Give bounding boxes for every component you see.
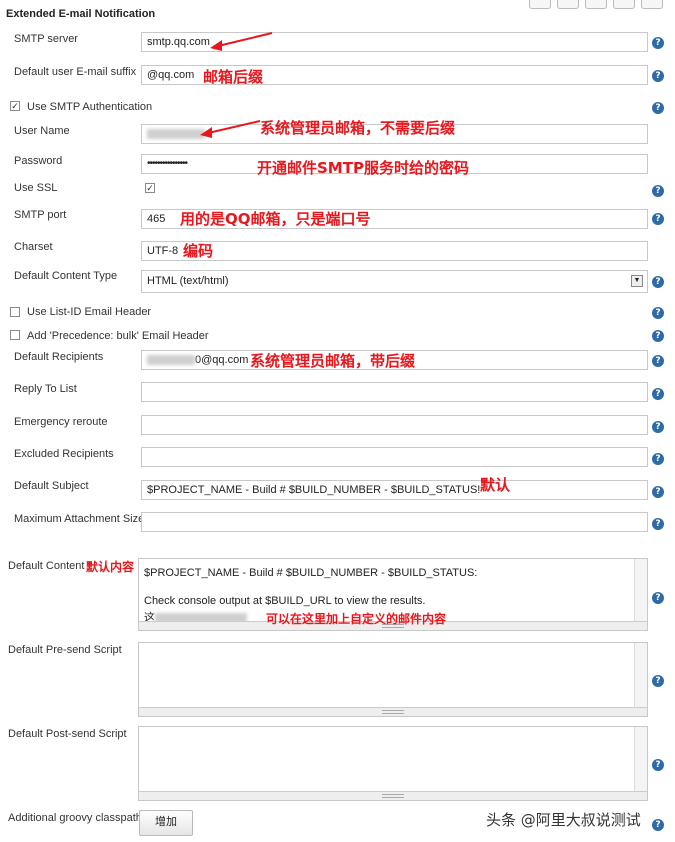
- max-attachment-input[interactable]: [141, 512, 648, 532]
- use-ssl-label: Use SSL: [14, 182, 58, 194]
- resize-handle[interactable]: [139, 791, 647, 800]
- user-name-label: User Name: [14, 125, 70, 137]
- emergency-reroute-input[interactable]: [141, 415, 648, 435]
- content-type-label: Default Content Type: [14, 270, 118, 282]
- charset-label: Charset: [14, 241, 53, 253]
- help-icon[interactable]: ?: [652, 388, 664, 400]
- help-icon[interactable]: ?: [652, 453, 664, 465]
- help-icon[interactable]: ?: [652, 421, 664, 433]
- email-suffix-label: Default user E-mail suffix: [14, 66, 137, 78]
- postsend-script-label: Default Post-send Script: [8, 728, 127, 740]
- toolbar-icon-2[interactable]: [557, 0, 579, 9]
- help-icon[interactable]: ?: [652, 185, 664, 197]
- help-icon[interactable]: ?: [652, 518, 664, 530]
- smtp-auth-checkbox[interactable]: ✓: [10, 101, 20, 111]
- annotation-suffix: 邮箱后缀: [203, 68, 264, 86]
- help-icon[interactable]: ?: [652, 355, 664, 367]
- help-icon[interactable]: ?: [652, 102, 664, 114]
- help-icon[interactable]: ?: [652, 330, 664, 342]
- recipients-visible: 0@qq.com: [195, 354, 249, 366]
- arrow-icon: [210, 32, 273, 51]
- help-icon[interactable]: ?: [652, 213, 664, 225]
- toolbar-icon-4[interactable]: [613, 0, 635, 9]
- help-icon[interactable]: ?: [652, 759, 664, 771]
- default-subject-input[interactable]: $PROJECT_NAME - Build # $BUILD_NUMBER - …: [141, 480, 648, 500]
- chevron-down-icon[interactable]: ▼: [631, 275, 643, 287]
- toolbar-icon-3[interactable]: [585, 0, 607, 9]
- smtp-server-label: SMTP server: [14, 33, 78, 45]
- resize-handle[interactable]: [139, 707, 647, 716]
- annotation-content-custom: 可以在这里加上自定义的邮件内容: [266, 612, 447, 626]
- use-ssl-checkbox[interactable]: ✓: [145, 183, 155, 193]
- excluded-recipients-input[interactable]: [141, 447, 648, 467]
- default-subject-label: Default Subject: [14, 480, 89, 492]
- help-icon[interactable]: ?: [652, 592, 664, 604]
- annotation-port: 用的是QQ邮箱，只是端口号: [180, 210, 371, 228]
- help-icon[interactable]: ?: [652, 276, 664, 288]
- max-attachment-label: Maximum Attachment Size: [14, 513, 145, 525]
- content-line-2: Check console output at $BUILD_URL to vi…: [144, 595, 426, 607]
- scrollbar[interactable]: [634, 559, 647, 630]
- annotation-content: 默认内容: [86, 560, 135, 574]
- arrow-icon: [200, 120, 261, 138]
- help-icon[interactable]: ?: [652, 486, 664, 498]
- precedence-label: Add 'Precedence: bulk' Email Header: [27, 330, 209, 342]
- postsend-script-textarea[interactable]: [138, 726, 648, 801]
- precedence-checkbox[interactable]: [10, 330, 20, 340]
- presend-script-label: Default Pre-send Script: [8, 644, 122, 656]
- excluded-recipients-label: Excluded Recipients: [14, 448, 114, 460]
- smtp-port-label: SMTP port: [14, 209, 67, 221]
- section-title: Extended E-mail Notification: [6, 8, 156, 20]
- emergency-reroute-label: Emergency reroute: [14, 416, 108, 428]
- annotation-subject: 默认: [480, 476, 511, 494]
- presend-script-textarea[interactable]: [138, 642, 648, 717]
- default-recipients-label: Default Recipients: [14, 351, 104, 363]
- help-icon[interactable]: ?: [652, 307, 664, 319]
- help-icon[interactable]: ?: [652, 70, 664, 82]
- toolbar-icon-5[interactable]: [641, 0, 663, 9]
- watermark: 头条 @阿里大叔说测试: [486, 811, 641, 829]
- annotation-password: 开通邮件SMTP服务时给的密码: [257, 159, 469, 177]
- content-line-1: $PROJECT_NAME - Build # $BUILD_NUMBER - …: [144, 567, 478, 579]
- toolbar-icon-1[interactable]: [529, 0, 551, 9]
- content-type-value: HTML (text/html): [147, 275, 229, 287]
- help-icon[interactable]: ?: [652, 819, 664, 831]
- charset-input[interactable]: UTF-8: [141, 241, 648, 261]
- list-id-label: Use List-ID Email Header: [27, 306, 152, 318]
- reply-to-input[interactable]: [141, 382, 648, 402]
- password-label: Password: [14, 155, 63, 167]
- annotation-charset: 编码: [183, 242, 214, 260]
- groovy-classpath-label: Additional groovy classpath: [8, 812, 142, 824]
- annotation-username: 系统管理员邮箱，不需要后缀: [260, 119, 456, 137]
- scrollbar[interactable]: [634, 727, 647, 800]
- redacted-text: [147, 355, 195, 366]
- help-icon[interactable]: ?: [652, 675, 664, 687]
- annotation-recipients: 系统管理员邮箱，带后缀: [250, 352, 416, 370]
- help-icon[interactable]: ?: [652, 37, 664, 49]
- add-classpath-button[interactable]: 增加: [139, 810, 193, 836]
- list-id-checkbox[interactable]: [10, 307, 20, 317]
- smtp-auth-label: Use SMTP Authentication: [27, 101, 153, 113]
- reply-to-label: Reply To List: [14, 383, 77, 395]
- content-type-select[interactable]: HTML (text/html) ▼: [141, 270, 648, 293]
- default-content-label: Default Content: [8, 560, 85, 572]
- scrollbar[interactable]: [634, 643, 647, 716]
- top-toolbar: [529, 0, 663, 9]
